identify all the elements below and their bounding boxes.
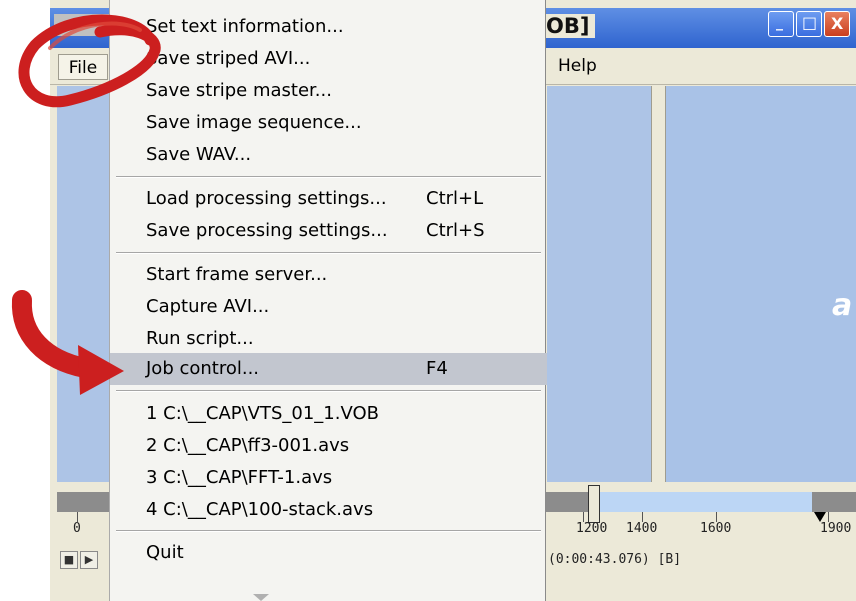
menu-item-label: Set text information... [146, 16, 344, 37]
menu-item-shortcut: Ctrl+S [426, 220, 485, 241]
close-icon: X [831, 14, 844, 33]
menu-item-load-processing-settings[interactable]: Load processing settings... Ctrl+L [110, 183, 547, 215]
menu-separator [116, 530, 541, 532]
menu-item-label: Save WAV... [146, 144, 252, 165]
timeline-tick-label: 1400 [626, 521, 658, 536]
menu-item-label: Start frame server... [146, 264, 328, 285]
menu-item-label: 2 C:\__CAP\ff3-001.avs [146, 435, 350, 456]
menu-item-capture-avi[interactable]: Capture AVI... [110, 291, 547, 323]
menu-item-label: Save image sequence... [146, 112, 362, 133]
menu-separator [116, 252, 541, 254]
timeline-slider-handle[interactable] [588, 485, 600, 523]
file-menu-dropdown: Set text information... Save striped AVI… [109, 0, 547, 601]
maximize-button[interactable]: □ [796, 11, 822, 37]
menu-item-save-wav[interactable]: Save WAV... [110, 139, 547, 171]
timeline-selection[interactable] [590, 492, 812, 512]
timeline-tick-label: 1900 [820, 521, 852, 536]
menu-separator [116, 176, 541, 178]
menu-item-label: Job control... [146, 358, 260, 379]
preview-glyph: a [832, 288, 853, 323]
window-title: OB] [540, 14, 596, 38]
menu-item-label: Capture AVI... [146, 296, 270, 317]
menu-item-recent-file-2[interactable]: 2 C:\__CAP\ff3-001.avs [110, 430, 547, 462]
menu-item-quit[interactable]: Quit [110, 537, 547, 569]
timeline-tick-label: 1600 [700, 521, 732, 536]
menu-item-label: Run script... [146, 328, 254, 349]
frame-status: (0:00:43.076) [B] [548, 552, 682, 567]
menu-item-label: Quit [146, 542, 184, 563]
output-video-pane: a [666, 86, 856, 482]
menu-scroll-down-icon [253, 594, 269, 601]
menu-item-recent-file-1[interactable]: 1 C:\__CAP\VTS_01_1.VOB [110, 398, 547, 430]
stop-button[interactable]: ■ [60, 551, 78, 569]
menu-item-start-frame-server[interactable]: Start frame server... [110, 259, 547, 291]
close-button[interactable]: X [824, 11, 850, 37]
menu-file[interactable]: File [58, 54, 108, 80]
menu-item-job-control[interactable]: Job control... F4 [110, 353, 547, 385]
menu-item-label: 1 C:\__CAP\VTS_01_1.VOB [146, 403, 379, 424]
minimize-button[interactable]: _ [768, 11, 794, 37]
play-button[interactable]: ▶ [80, 551, 98, 569]
menu-item-save-processing-settings[interactable]: Save processing settings... Ctrl+S [110, 215, 547, 247]
menu-item-label: 3 C:\__CAP\FFT-1.avs [146, 467, 333, 488]
menu-item-label: Save striped AVI... [146, 48, 311, 69]
maximize-icon: □ [802, 13, 818, 32]
menu-item-save-image-sequence[interactable]: Save image sequence... [110, 107, 547, 139]
menu-item-label: Load processing settings... [146, 188, 387, 209]
menu-item-shortcut: F4 [426, 358, 448, 379]
menu-item-save-striped-avi[interactable]: Save striped AVI... [110, 43, 547, 75]
menu-item-label: 4 C:\__CAP\100-stack.avs [146, 499, 374, 520]
menu-item-save-stripe-master[interactable]: Save stripe master... [110, 75, 547, 107]
menu-item-recent-file-4[interactable]: 4 C:\__CAP\100-stack.avs [110, 494, 547, 526]
menu-item-label: Save processing settings... [146, 220, 388, 241]
menu-item-run-script[interactable]: Run script... [110, 323, 547, 355]
menu-item-set-text-info[interactable]: Set text information... [110, 11, 547, 43]
pane-splitter[interactable] [651, 86, 666, 482]
menu-help[interactable]: Help [558, 56, 597, 76]
minimize-icon: _ [776, 15, 783, 31]
menu-item-shortcut: Ctrl+L [426, 188, 484, 209]
input-video-pane [57, 86, 117, 482]
menu-item-recent-file-3[interactable]: 3 C:\__CAP\FFT-1.avs [110, 462, 547, 494]
app-icon [54, 14, 112, 36]
timeline-tick-label: 0 [73, 521, 81, 536]
menu-item-label: Save stripe master... [146, 80, 332, 101]
input-video-pane-right [547, 86, 651, 482]
timeline-tick-label: 1200 [576, 521, 608, 536]
menu-separator [116, 390, 541, 392]
